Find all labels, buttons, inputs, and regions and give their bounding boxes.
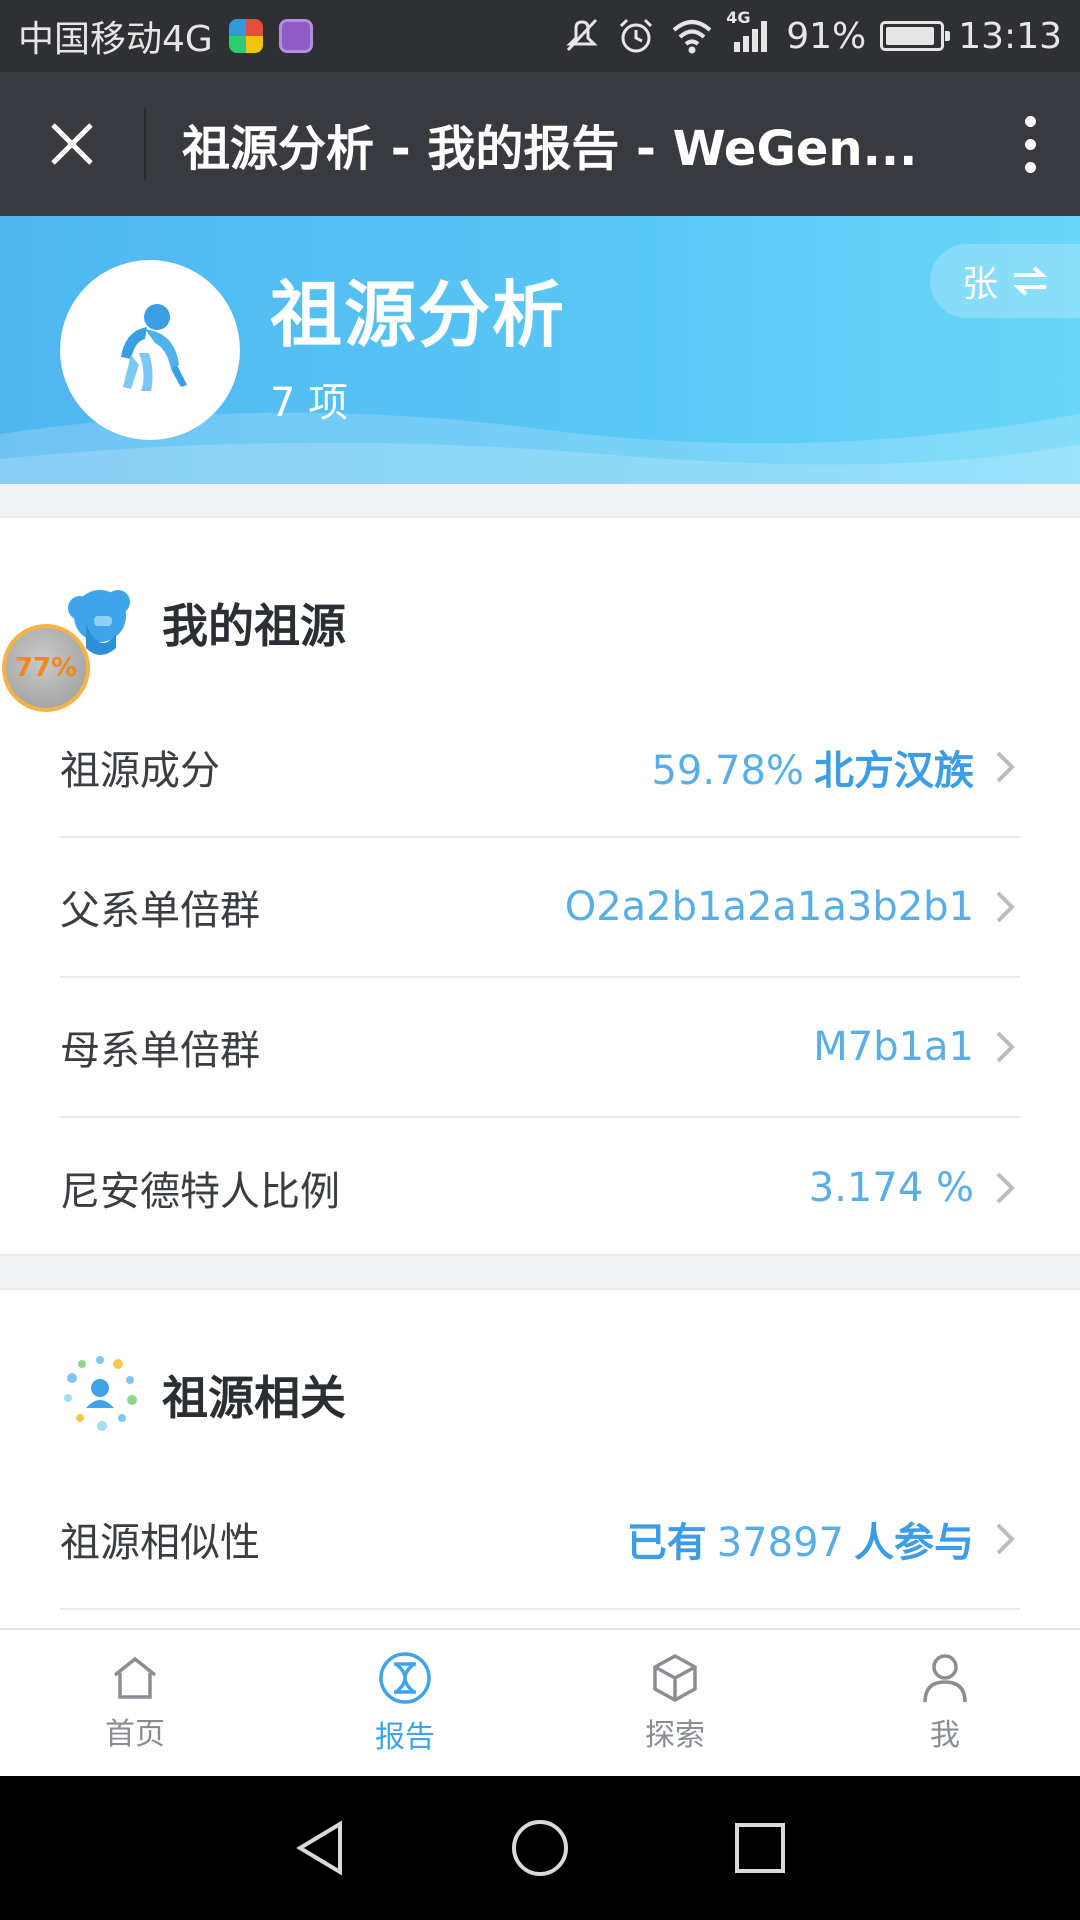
battery-percent: 91% [786,15,867,57]
tab-home[interactable]: 首页 [0,1630,270,1776]
chevron-right-icon [990,887,1020,927]
row-neanderthal-ratio[interactable]: 尼安德特人比例 3.174 % [60,1118,1020,1258]
tab-label: 我 [930,1718,960,1753]
screen: 中国移动4G 4G 91% 13:13 祖源分析 - 我的报告 - WeGen.… [0,0,1080,1920]
ancestry-percent: 59.78% [651,748,804,794]
tab-label: 探索 [645,1718,705,1753]
gallery-icon [278,19,313,53]
row-ancestry-composition[interactable]: 祖源成分 59.78% 北方汉族 [60,698,1020,838]
row-label: 母系单倍群 [60,1028,260,1074]
ancestry-related-title: 祖源相关 [162,1371,346,1425]
swap-arrows-icon [1012,266,1048,296]
chevron-right-icon [990,1027,1020,1067]
cube-icon [653,1654,697,1702]
wifi-icon [670,16,714,56]
recents-button[interactable] [724,1812,796,1884]
my-ancestry-card: 我的祖源 祖源成分 59.78% 北方汉族 父系单倍群 O2a2b1a2a1a3… [0,516,1080,1256]
user-switch-button[interactable]: 张 [930,244,1080,318]
signal-icon: 4G [726,8,772,56]
battery-icon [880,21,951,51]
clock: 13:13 [958,15,1062,57]
ancestry-related-header: 祖源相关 [0,1290,1080,1470]
row-maternal-haplogroup[interactable]: 母系单倍群 M7b1a1 [60,978,1020,1118]
user-switch-label: 张 [961,264,998,305]
participants-prefix: 已有 [626,1520,707,1566]
bottom-tab-bar: 首页 报告 探索 我 [0,1628,1080,1776]
back-button[interactable] [284,1812,356,1884]
maternal-haplogroup-value: M7b1a1 [813,1024,974,1070]
person-icon [923,1654,967,1703]
more-vertical-icon [1024,115,1036,127]
tab-label: 首页 [105,1717,165,1752]
row-value: 3.174 % [809,1165,974,1211]
status-bar: 中国移动4G 4G 91% 13:13 [0,0,1080,72]
chevron-right-icon [990,1519,1020,1559]
ancestry-population: 北方汉族 [814,748,974,794]
ancestry-related-card: 祖源相关 祖源相似性 已有 37897 人参与 [0,1288,1080,1628]
ape-icon [121,304,187,391]
carrier-label: 中国移动4G [18,19,213,60]
floating-badge-label: 77% [14,653,78,683]
network-type-label: 4G [726,8,751,27]
app-badge-icon [228,19,263,53]
back-triangle-icon [296,1820,342,1876]
row-value: 已有 37897 人参与 [627,1510,974,1568]
row-ancestry-similarity[interactable]: 祖源相似性 已有 37897 人参与 [60,1470,1020,1610]
floating-memory-badge[interactable]: 77% [2,624,90,712]
tab-explore[interactable]: 探索 [540,1630,810,1776]
row-paternal-haplogroup[interactable]: 父系单倍群 O2a2b1a2a1a3b2b1 [60,838,1020,978]
network-people-icon [64,1356,137,1431]
hero-count: 7 项 [270,380,349,426]
more-menu-button[interactable] [980,72,1080,216]
chevron-right-icon [990,747,1020,787]
page-title: 祖源分析 - 我的报告 - WeGen... [182,121,918,177]
home-icon [113,1656,157,1699]
row-label: 祖源成分 [60,748,220,794]
paternal-haplogroup-value: O2a2b1a2a1a3b2b1 [564,884,974,930]
row-label: 祖源相似性 [60,1520,260,1566]
close-button[interactable] [0,72,144,216]
row-value: M7b1a1 [813,1024,974,1070]
home-circle-icon [512,1820,568,1876]
battery-fill [886,27,934,45]
chevron-right-icon [990,1168,1020,1208]
participants-suffix: 人参与 [854,1520,974,1566]
participants-count: 37897 [716,1520,844,1566]
neanderthal-ratio-value: 3.174 % [808,1165,974,1211]
recents-square-icon [735,1823,785,1873]
tab-report[interactable]: 报告 [270,1630,540,1776]
row-value: O2a2b1a2a1a3b2b1 [565,884,974,930]
title-bar: 祖源分析 - 我的报告 - WeGen... [0,72,1080,216]
row-value: 59.78% 北方汉族 [651,738,974,796]
dna-report-icon [379,1652,431,1704]
close-icon [51,123,93,165]
system-nav-bar [0,1776,1080,1920]
title-divider [144,108,146,180]
my-ancestry-header: 我的祖源 [0,518,1080,698]
tab-label: 报告 [375,1720,435,1755]
alarm-icon [616,16,656,56]
hero-banner: 祖源分析 7 项 张 [0,216,1080,484]
mute-icon [562,16,602,56]
hero-avatar [60,260,240,440]
hero-title: 祖源分析 [270,273,567,357]
home-button[interactable] [504,1812,576,1884]
row-label: 尼安德特人比例 [60,1169,340,1215]
row-label: 父系单倍群 [60,888,260,934]
tab-me[interactable]: 我 [810,1630,1080,1776]
my-ancestry-title: 我的祖源 [162,599,346,653]
